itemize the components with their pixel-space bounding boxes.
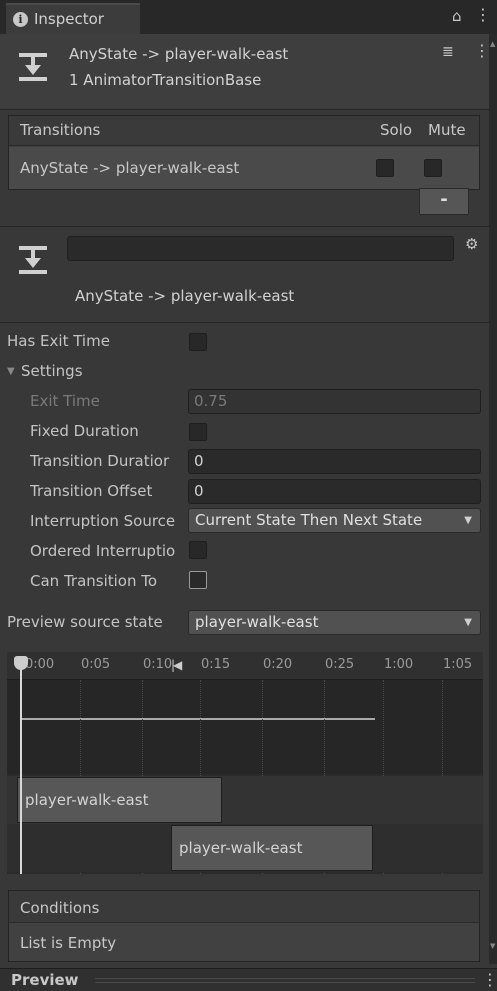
sliders-icon[interactable]: ≣ (442, 44, 454, 60)
transition-duration-field[interactable]: 0 (188, 449, 481, 474)
tick-label: 0:20 (263, 657, 293, 672)
conditions-title: Conditions (20, 899, 100, 917)
transition-icon (19, 246, 47, 274)
transition-icon (19, 53, 47, 81)
transition-name-input[interactable] (67, 236, 454, 261)
lock-icon[interactable]: ⌂ (452, 7, 462, 25)
exit-time-label: Exit Time (30, 392, 100, 410)
fixed-duration-checkbox[interactable] (189, 423, 207, 441)
transition-marker-icon[interactable]: |◀ (171, 658, 182, 672)
chevron-down-icon: ▼ (464, 515, 472, 526)
tick-label: 0:15 (201, 657, 231, 672)
destination-clip[interactable]: player-walk-east (171, 825, 373, 871)
conditions-empty-text: List is Empty (20, 934, 117, 952)
scroll-down-icon[interactable]: ▼ (490, 942, 495, 950)
foldout-arrow-icon[interactable]: ▼ (7, 366, 15, 377)
has-exit-time-checkbox[interactable] (189, 333, 207, 351)
conditions-list: Conditions List is Empty (8, 890, 480, 962)
kebab-menu-icon[interactable]: ⋮ (475, 7, 491, 23)
can-transition-label: Can Transition To (30, 572, 158, 590)
remove-transition-button[interactable]: - (419, 188, 469, 215)
ordered-interruption-checkbox[interactable] (189, 541, 207, 559)
transition-offset-label: Transition Offset (30, 482, 153, 500)
drag-handle[interactable] (95, 978, 475, 983)
mute-column-label: Mute (428, 121, 466, 139)
header-title: AnyState -> player-walk-east (69, 45, 289, 63)
transitions-title: Transitions (20, 121, 101, 139)
tick-label: 0:05 (81, 657, 111, 672)
preview-label: Preview (11, 971, 79, 989)
tab-inspector[interactable]: i Inspector (6, 3, 140, 34)
tick-label: 0:25 (325, 657, 355, 672)
preview-bar[interactable]: Preview ⋮ (0, 968, 497, 991)
tick-label: 1:05 (443, 657, 473, 672)
divider (0, 226, 489, 227)
solo-column-label: Solo (380, 121, 413, 139)
playhead[interactable] (20, 658, 22, 874)
tab-bar: i Inspector ⌂ ⋮ (0, 0, 497, 34)
info-icon: i (13, 12, 28, 27)
header-kebab-icon[interactable]: ⋮ (474, 43, 490, 59)
settings-foldout[interactable]: Settings (21, 362, 83, 380)
interruption-source-value: Current State Then Next State (195, 511, 423, 529)
transition-row-label: AnyState -> player-walk-east (20, 159, 240, 177)
preview-source-value: player-walk-east (195, 613, 319, 631)
scrollbar[interactable]: ▲ ▼ (489, 34, 497, 964)
mute-checkbox[interactable] (424, 159, 442, 177)
preview-source-dropdown[interactable]: player-walk-east ▼ (188, 610, 481, 635)
transitions-list: Transitions Solo Mute AnyState -> player… (8, 115, 480, 190)
divider (0, 322, 489, 323)
transition-title: AnyState -> player-walk-east (75, 287, 295, 305)
inspector-header: AnyState -> player-walk-east 1 AnimatorT… (0, 34, 490, 110)
transition-curve-area (7, 680, 483, 774)
solo-checkbox[interactable] (376, 159, 394, 177)
has-exit-time-label: Has Exit Time (7, 332, 110, 350)
timeline-ruler[interactable]: 0:00 0:05 0:10 0:15 0:20 0:25 1:00 1:05 (7, 652, 483, 680)
preview-source-label: Preview source state (7, 613, 163, 631)
gear-icon[interactable]: ⚙ (465, 235, 478, 253)
chevron-down-icon: ▼ (464, 617, 472, 628)
tick-label: 0:00 (25, 657, 55, 672)
transition-duration-label: Transition Duratior (30, 452, 170, 470)
source-lane: player-walk-east (7, 776, 483, 824)
interruption-source-label: Interruption Source (30, 512, 176, 530)
exit-time-field[interactable]: 0.75 (188, 389, 481, 414)
transition-curve (20, 718, 375, 720)
tick-label: 1:00 (384, 657, 414, 672)
tick-label: 0:10 (143, 657, 173, 672)
ordered-interruption-label: Ordered Interruptio (30, 542, 176, 560)
conditions-header: Conditions (9, 891, 479, 923)
preview-kebab-icon[interactable]: ⋮ (482, 972, 497, 988)
can-transition-checkbox[interactable] (189, 571, 207, 589)
transition-row[interactable]: AnyState -> player-walk-east (9, 147, 479, 189)
transition-timeline[interactable]: 0:00 0:05 0:10 0:15 0:20 0:25 1:00 1:05 … (7, 652, 483, 874)
destination-lane: player-walk-east (7, 824, 483, 872)
source-clip[interactable]: player-walk-east (17, 777, 222, 823)
tab-label: Inspector (34, 10, 104, 28)
playhead-handle[interactable] (14, 656, 28, 670)
transitions-header: Transitions Solo Mute (9, 116, 479, 146)
interruption-source-dropdown[interactable]: Current State Then Next State ▼ (188, 508, 481, 533)
transition-offset-field[interactable]: 0 (188, 479, 481, 504)
fixed-duration-label: Fixed Duration (30, 422, 139, 440)
header-subtitle: 1 AnimatorTransitionBase (69, 71, 262, 89)
scroll-up-icon[interactable]: ▲ (490, 40, 495, 48)
